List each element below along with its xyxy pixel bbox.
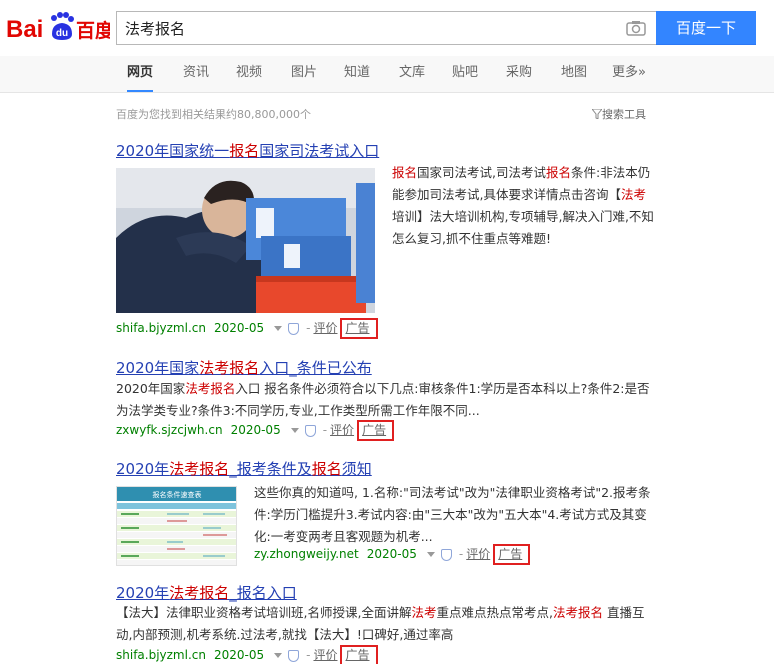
tab-bar: 网页 资讯 视频 图片 知道 文库 贴吧 采购 地图 更多» [0, 56, 774, 93]
baidu-logo[interactable]: Bai du 百度 [6, 8, 110, 46]
result-item: 2020年国家法考报名入口_条件已公布 [116, 357, 676, 378]
logo-du: du [56, 28, 68, 39]
tab-wenku[interactable]: 文库 [399, 56, 425, 92]
shield-icon[interactable] [304, 424, 316, 437]
result-abstract: 2020年国家法考报名入口 报名条件必须符合以下几点:审核条件1:学历是否本科以… [116, 381, 650, 418]
filter-icon [590, 108, 604, 120]
camera-icon[interactable] [626, 20, 646, 36]
search-box: 法考报名 [116, 11, 656, 45]
result-meta: shifa.bjyzml.cn 2020-05- 评价 广告 [116, 645, 378, 664]
eval-link[interactable]: 评价 [330, 423, 354, 437]
result-url[interactable]: shifa.bjyzml.cn [116, 321, 206, 335]
shield-icon[interactable] [288, 322, 300, 335]
ad-label[interactable]: 广告 [340, 645, 378, 664]
result-count: 百度为您找到相关结果约80,800,000个 [116, 108, 311, 121]
tab-news[interactable]: 资讯 [183, 56, 209, 92]
result-date: 2020-05 [213, 648, 265, 662]
result-meta: zxwyfk.sjzcjwh.cn 2020-05- 评价 广告 [116, 420, 395, 441]
result-abstract: 【法大】法律职业资格考试培训班,名师授课,全面讲解法考重点难点热点常考点,法考报… [116, 605, 645, 642]
result-meta: zy.zhongweijy.net 2020-05- 评价 广告 [254, 544, 531, 565]
result-url[interactable]: zxwyfk.sjzcjwh.cn [116, 423, 223, 437]
tab-more[interactable]: 更多» [612, 56, 646, 92]
result-thumbnail[interactable] [116, 168, 375, 313]
search-input[interactable]: 法考报名 [125, 18, 605, 39]
logo-baidu-cn: 百度 [76, 19, 110, 42]
result-title[interactable]: 2020年国家法考报名入口_条件已公布 [116, 357, 676, 378]
ad-label[interactable]: 广告 [340, 318, 378, 339]
result-item: 2020年国家统一报名国家司法考试入口 [116, 140, 676, 161]
chevron-down-icon[interactable] [274, 652, 283, 658]
chevron-down-icon[interactable] [274, 325, 283, 331]
ad-label[interactable]: 广告 [493, 544, 531, 565]
result-abstract: 报名国家司法考试,司法考试报名条件:非法本仍能参加司法考试,具体要求详情点击咨询… [392, 165, 654, 246]
logo-bai: Bai [6, 16, 43, 43]
shield-icon[interactable] [440, 548, 452, 561]
result-item: 2020年法考报名_报考条件及报名须知 [116, 458, 676, 479]
header: Bai du 百度 法考报名 百度一下 [0, 0, 774, 56]
result-date: 2020-05 [366, 547, 417, 561]
result-title[interactable]: 2020年法考报名_报名入口 [116, 582, 676, 603]
result-title[interactable]: 2020年国家统一报名国家司法考试入口 [116, 140, 676, 161]
eval-link[interactable]: 评价 [313, 321, 337, 335]
tab-tieba[interactable]: 贴吧 [452, 56, 478, 92]
tab-video[interactable]: 视频 [236, 56, 262, 92]
eval-link[interactable]: 评价 [466, 547, 490, 561]
result-item: 2020年法考报名_报名入口 [116, 582, 676, 603]
tab-images[interactable]: 图片 [291, 56, 317, 92]
search-tools-label: 搜索工具 [602, 108, 646, 121]
result-abstract: 这些你真的知道吗, 1.名称:"司法考试"改为"法律职业资格考试"2.报考条件:… [254, 485, 651, 544]
result-thumbnail[interactable]: 报名条件速查表 [116, 486, 237, 566]
tab-webpage[interactable]: 网页 [127, 56, 154, 92]
result-meta: shifa.bjyzml.cn 2020-05- 评价 广告 [116, 318, 378, 339]
tab-purchase[interactable]: 采购 [506, 56, 532, 92]
result-date: 2020-05 [213, 321, 265, 335]
result-url[interactable]: shifa.bjyzml.cn [116, 648, 206, 662]
tab-zhidao[interactable]: 知道 [344, 56, 370, 92]
result-url[interactable]: zy.zhongweijy.net [254, 547, 359, 561]
search-button[interactable]: 百度一下 [656, 11, 756, 45]
result-title[interactable]: 2020年法考报名_报考条件及报名须知 [116, 458, 676, 479]
result-date: 2020-05 [230, 423, 281, 437]
thumb-table-title: 报名条件速查表 [153, 490, 202, 499]
shield-icon[interactable] [288, 649, 300, 662]
search-tools-button[interactable]: 搜索工具 [590, 106, 646, 122]
eval-link[interactable]: 评价 [313, 648, 337, 662]
tab-map[interactable]: 地图 [561, 56, 587, 92]
chevron-down-icon[interactable] [290, 427, 299, 433]
ad-label[interactable]: 广告 [357, 420, 395, 441]
chevron-down-icon[interactable] [426, 551, 435, 557]
